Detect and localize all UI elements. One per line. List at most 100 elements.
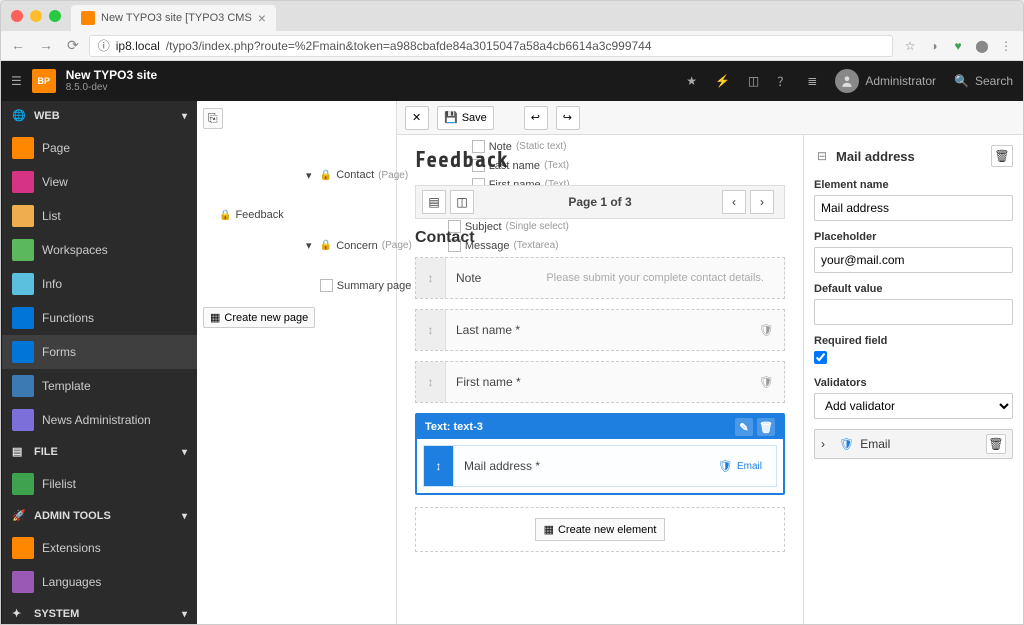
shield-icon: 🛡 <box>759 375 774 389</box>
search-label: Search <box>975 74 1013 88</box>
module-group-header[interactable]: 🚀ADMIN TOOLS▾ <box>2 501 197 531</box>
module-label: Page <box>42 141 70 155</box>
module-label: Languages <box>42 575 101 589</box>
module-label: Forms <box>42 345 76 359</box>
redo-button[interactable]: ↪ <box>556 106 580 130</box>
plus-page-icon: ▦ <box>210 311 220 324</box>
list-icon[interactable]: ≣ <box>807 74 817 88</box>
selected-field[interactable]: Text: text-3 ✎ 🗑 ↕ Mail address * <box>415 413 785 495</box>
module-icon <box>12 137 34 159</box>
module-item-page[interactable]: Page <box>2 131 197 165</box>
form-field[interactable]: ↕ Last name * 🛡 <box>415 309 785 351</box>
placeholder-input[interactable] <box>814 247 1013 273</box>
delete-field-icon[interactable]: 🗑 <box>757 418 775 436</box>
reload-icon[interactable]: ⟳ <box>67 37 79 54</box>
required-label: Required field <box>814 335 1013 347</box>
search-icon: 🔍 <box>954 74 969 88</box>
default-value-input[interactable] <box>814 299 1013 325</box>
fields-list: ↕ Note Please submit your complete conta… <box>415 257 785 403</box>
flash-icon[interactable]: ⚡ <box>715 74 730 88</box>
form-field[interactable]: ↕ Note Please submit your complete conta… <box>415 257 785 299</box>
help-icon[interactable]: ？ <box>777 73 789 90</box>
ext3-icon[interactable]: ⬤ <box>975 39 989 53</box>
module-item-workspaces[interactable]: Workspaces <box>2 233 197 267</box>
edit-field-icon[interactable]: ✎ <box>735 418 753 436</box>
element-name-input[interactable] <box>814 195 1013 221</box>
undo-button[interactable]: ↩ <box>524 106 548 130</box>
module-icon <box>12 537 34 559</box>
site-version: 8.5.0-dev <box>66 82 157 93</box>
next-page-button[interactable]: › <box>750 190 774 214</box>
module-icon <box>12 571 34 593</box>
group-label: ADMIN TOOLS <box>34 510 111 522</box>
create-element-dropzone: ▦ Create new element <box>415 507 785 552</box>
app-topbar: ☰ BP New TYPO3 site 8.5.0-dev ★ ⚡ ◫ ？ ≣ … <box>1 61 1023 101</box>
chevron-down-icon: ▾ <box>182 447 187 458</box>
minimize-window-button[interactable] <box>30 10 42 22</box>
new-record-icon[interactable]: ⎘ <box>203 108 223 129</box>
validator-item[interactable]: › 🛡 Email 🗑 <box>814 429 1013 459</box>
bookmark-icon[interactable]: ★ <box>686 74 697 88</box>
group-icon: ▤ <box>12 445 26 459</box>
ext1-icon[interactable]: ◑ <box>927 39 941 53</box>
forward-icon[interactable]: → <box>39 37 53 54</box>
create-element-label: Create new element <box>558 524 656 536</box>
module-item-news-administration[interactable]: News Administration <box>2 403 197 437</box>
tree-root[interactable]: 🔒Feedback <box>217 208 286 222</box>
module-group-header[interactable]: ▤FILE▾ <box>2 437 197 467</box>
menu-icon[interactable]: ⋮ <box>999 39 1013 53</box>
search-button[interactable]: 🔍 Search <box>954 74 1013 88</box>
close-tab-icon[interactable]: × <box>258 10 266 26</box>
module-group-header[interactable]: 🌐WEB▾ <box>2 101 197 131</box>
module-item-template[interactable]: Template <box>2 369 197 403</box>
module-icon <box>12 307 34 329</box>
tree-root-label: Feedback <box>235 209 283 221</box>
view-tree-icon[interactable]: ▤ <box>422 190 446 214</box>
delete-validator-button[interactable]: 🗑 <box>986 434 1006 454</box>
module-item-view[interactable]: View <box>2 165 197 199</box>
module-item-languages[interactable]: Languages <box>2 565 197 599</box>
module-label: List <box>42 209 61 223</box>
browser-window: New TYPO3 site [TYPO3 CMS × ← → ⟳ ⓘ ip8.… <box>0 0 1024 625</box>
create-new-page-button[interactable]: ▦ Create new page <box>203 307 315 328</box>
selected-field-header: Text: text-3 ✎ 🗑 <box>417 415 783 439</box>
user-menu[interactable]: Administrator <box>835 69 936 93</box>
delete-element-button[interactable]: 🗑 <box>991 145 1013 167</box>
clipboard-icon[interactable]: ◫ <box>748 74 759 88</box>
close-button[interactable]: ✕ <box>405 106 429 130</box>
drag-handle-icon[interactable]: ↕ <box>424 446 454 486</box>
module-item-info[interactable]: Info <box>2 267 197 301</box>
module-item-filelist[interactable]: Filelist <box>2 467 197 501</box>
drag-handle-icon[interactable]: ↕ <box>416 310 446 350</box>
required-checkbox[interactable] <box>814 351 827 364</box>
validator-name: Email <box>860 437 980 451</box>
create-element-button[interactable]: ▦ Create new element <box>535 518 666 541</box>
tree-caret-icon[interactable]: ▾ <box>304 239 314 252</box>
module-item-functions[interactable]: Functions <box>2 301 197 335</box>
hamburger-icon[interactable]: ☰ <box>11 74 22 88</box>
module-item-extensions[interactable]: Extensions <box>2 531 197 565</box>
save-button[interactable]: 💾 Save <box>437 106 494 130</box>
drag-handle-icon[interactable]: ↕ <box>416 258 446 298</box>
form-field[interactable]: ↕ First name * 🛡 <box>415 361 785 403</box>
add-validator-select[interactable]: Add validator <box>814 393 1013 419</box>
view-abstract-icon[interactable]: ◫ <box>450 190 474 214</box>
tree-caret-icon[interactable]: ▾ <box>304 169 314 182</box>
browser-tab[interactable]: New TYPO3 site [TYPO3 CMS × <box>71 5 276 31</box>
module-group-header[interactable]: ✦SYSTEM▾ <box>2 599 197 624</box>
back-icon[interactable]: ← <box>11 37 25 54</box>
module-item-forms[interactable]: Forms <box>2 335 197 369</box>
module-label: Functions <box>42 311 94 325</box>
star-icon[interactable]: ☆ <box>903 39 917 53</box>
module-item-list[interactable]: List <box>2 199 197 233</box>
prev-page-button[interactable]: ‹ <box>722 190 746 214</box>
ext2-icon[interactable]: ♥ <box>951 39 965 53</box>
address-field[interactable]: ⓘ ip8.local/typo3/index.php?route=%2Fmai… <box>89 35 893 57</box>
collapse-icon[interactable]: ⊟ <box>814 148 830 164</box>
maximize-window-button[interactable] <box>49 10 61 22</box>
close-window-button[interactable] <box>11 10 23 22</box>
nav-buttons: ← → ⟳ <box>11 37 79 54</box>
group-label: WEB <box>34 110 60 122</box>
drag-handle-icon[interactable]: ↕ <box>416 362 446 402</box>
inspector-header: ⊟ Mail address 🗑 <box>814 145 1013 167</box>
